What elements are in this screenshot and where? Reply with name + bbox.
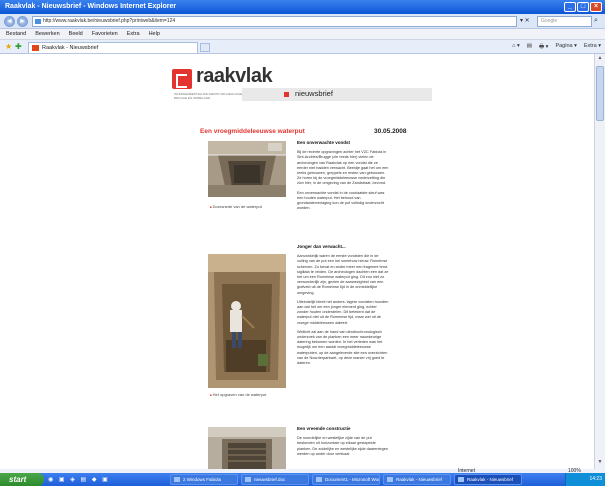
taskbar-item[interactable]: nieuwsbrief.doc (241, 474, 309, 485)
photo-construction (208, 427, 286, 469)
scroll-up-icon[interactable]: ▲ (596, 55, 604, 64)
section-paragraph: Wellicht zal aan de hand van dendrochron… (297, 329, 388, 366)
taskbar: start ◉ ▣ ◈ ▤ ◆ ▣ 2 Windows Fabiola nieu… (0, 473, 605, 486)
section-paragraph: Uiteindelijk bleek het anders: lagere vo… (297, 299, 389, 325)
menu-bestand[interactable]: Bestand (6, 29, 26, 39)
menu-beeld[interactable]: Beeld (69, 29, 83, 39)
article-title: Een vroegmiddeleeuwse waterput (200, 128, 305, 135)
page-viewport[interactable]: raakvlak INTERGEMEENTELIJKE DIENST ARCHE… (0, 54, 594, 469)
section-paragraph: Een onverwachte vondst in de voorlaatste… (297, 190, 385, 211)
address-tools[interactable]: ▾ ✕ (520, 17, 530, 24)
command-bar: ⌂ ▾ ▤ 🖶 ▾ Pagina ▾ Extra ▾ (512, 43, 601, 52)
quick-launch[interactable]: ◉ ▣ ◈ ▤ ◆ ▣ (48, 476, 110, 483)
caption-well-section: Doorsnede van de waterput (210, 204, 262, 209)
taskbar-item[interactable]: Raakvlak - Nieuwsbrief (383, 474, 451, 485)
photo-well-section (208, 141, 286, 199)
forward-button[interactable]: ► (17, 16, 28, 27)
scroll-down-icon[interactable]: ▼ (596, 459, 604, 468)
minimize-button[interactable]: _ (564, 2, 576, 12)
section-paragraph: Bij de recente opgravingen achter het VZ… (297, 150, 389, 186)
taskbar-item[interactable]: Document1 - Microsoft Word (312, 474, 380, 485)
article-date: 30.05.2008 (374, 128, 407, 135)
section-bar (242, 88, 432, 101)
address-row: ◄ ► http://www.raakvlak.be/nieuwsbrief.p… (0, 14, 605, 29)
search-input[interactable]: Google (537, 16, 592, 27)
menu-bewerken[interactable]: Bewerken (35, 29, 59, 39)
caption-excavation: Het opgraven van de waterput (210, 392, 267, 397)
tab-label: Raakvlak - Nieuwsbrief (42, 45, 99, 51)
well-section-image (208, 141, 286, 197)
scroll-thumb[interactable] (596, 66, 604, 121)
address-url: http://www.raakvlak.be/nieuwsbrief.php?p… (43, 18, 176, 24)
newsletter-page: raakvlak INTERGEMEENTELIJKE DIENST ARCHE… (166, 54, 432, 469)
section-heading: Een vreemde constructie (297, 426, 351, 431)
window-controls: _ □ × (564, 2, 602, 12)
add-favorite-icon[interactable]: ✚ (15, 42, 22, 51)
site-favicon-icon (32, 45, 39, 51)
vertical-scrollbar[interactable]: ▲ ▼ (594, 54, 605, 469)
print-button[interactable]: 🖶 ▾ (539, 43, 548, 52)
site-header: raakvlak INTERGEMEENTELIJKE DIENST ARCHE… (166, 54, 432, 112)
favorites-star-icon[interactable]: ★ (5, 42, 12, 51)
window-titlebar[interactable]: Raakvlak - Nieuwsbrief - Windows Interne… (0, 0, 605, 14)
section-vreemde-constructie: Een vreemde constructie De noordelijke e… (297, 426, 389, 461)
section-paragraph: Aanvankelijk waren de eerste vondsten di… (297, 254, 389, 295)
window-title: Raakvlak - Nieuwsbrief - Windows Interne… (5, 3, 177, 10)
taskbar-item-active[interactable]: Raakvlak - Nieuwsbrief (454, 474, 522, 485)
menu-extra[interactable]: Extra (127, 29, 140, 39)
section-jonger-dan-verwacht: Jonger dan verwacht... Aanvankelijk ware… (297, 244, 389, 370)
section-heading: Een onverwachte vondst (297, 140, 351, 145)
photo-excavation (208, 254, 286, 390)
taskbar-item[interactable]: 2 Windows Fabiola (170, 474, 238, 485)
menu-bar: Bestand Bewerken Beeld Favorieten Extra … (0, 29, 605, 40)
raakvlak-logo-icon (172, 69, 192, 89)
page-menu-button[interactable]: Pagina ▾ (555, 43, 576, 52)
start-button[interactable]: start (0, 473, 44, 486)
excavation-image (208, 254, 286, 388)
section-marker-icon (284, 92, 289, 97)
section-heading: Jonger dan verwacht... (297, 244, 346, 249)
tab-bar: ★ ✚ Raakvlak - Nieuwsbrief ⌂ ▾ ▤ 🖶 ▾ Pag… (0, 40, 605, 54)
close-button[interactable]: × (590, 2, 602, 12)
site-logo-text: raakvlak (196, 65, 273, 87)
section-onverwachte-vondst: Een onverwachte vondst Bij de recente op… (297, 140, 389, 215)
section-paragraph: De noordelijke en westelijke zijde van d… (297, 436, 388, 456)
new-tab-button[interactable] (200, 43, 210, 52)
maximize-button[interactable]: □ (577, 2, 589, 12)
feeds-button[interactable]: ▤ (527, 43, 532, 52)
construction-image (208, 427, 286, 469)
tools-menu-button[interactable]: Extra ▾ (584, 43, 601, 52)
page-icon (35, 19, 41, 24)
menu-help[interactable]: Help (149, 29, 160, 39)
tab-raakvlak[interactable]: Raakvlak - Nieuwsbrief (28, 42, 198, 53)
home-button[interactable]: ⌂ ▾ (512, 43, 520, 52)
menu-favorieten[interactable]: Favorieten (92, 29, 118, 39)
search-icon[interactable]: ⌕ (594, 17, 598, 25)
section-title: nieuwsbrief (295, 89, 333, 98)
address-field[interactable]: http://www.raakvlak.be/nieuwsbrief.php?p… (32, 16, 517, 27)
back-button[interactable]: ◄ (4, 16, 15, 27)
system-tray-clock[interactable]: 14:23 (565, 473, 605, 486)
